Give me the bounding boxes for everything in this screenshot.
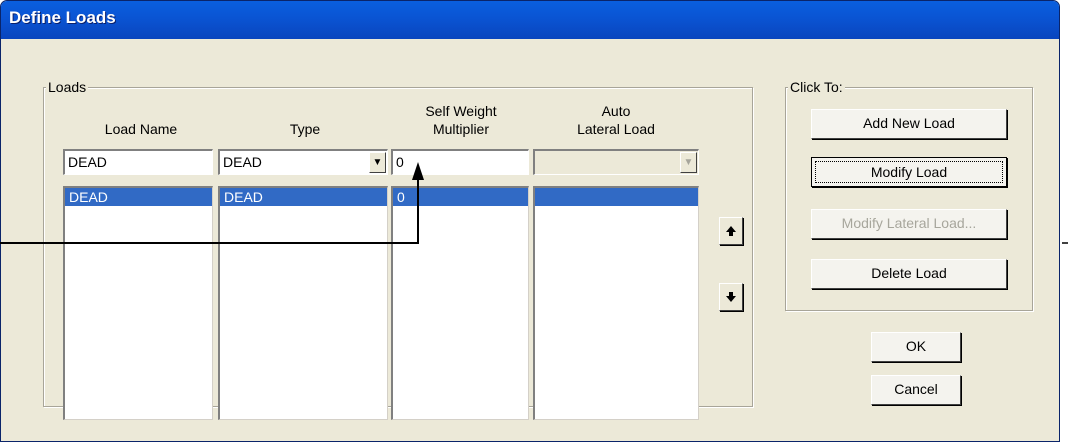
callout-arrow [0, 162, 1068, 244]
